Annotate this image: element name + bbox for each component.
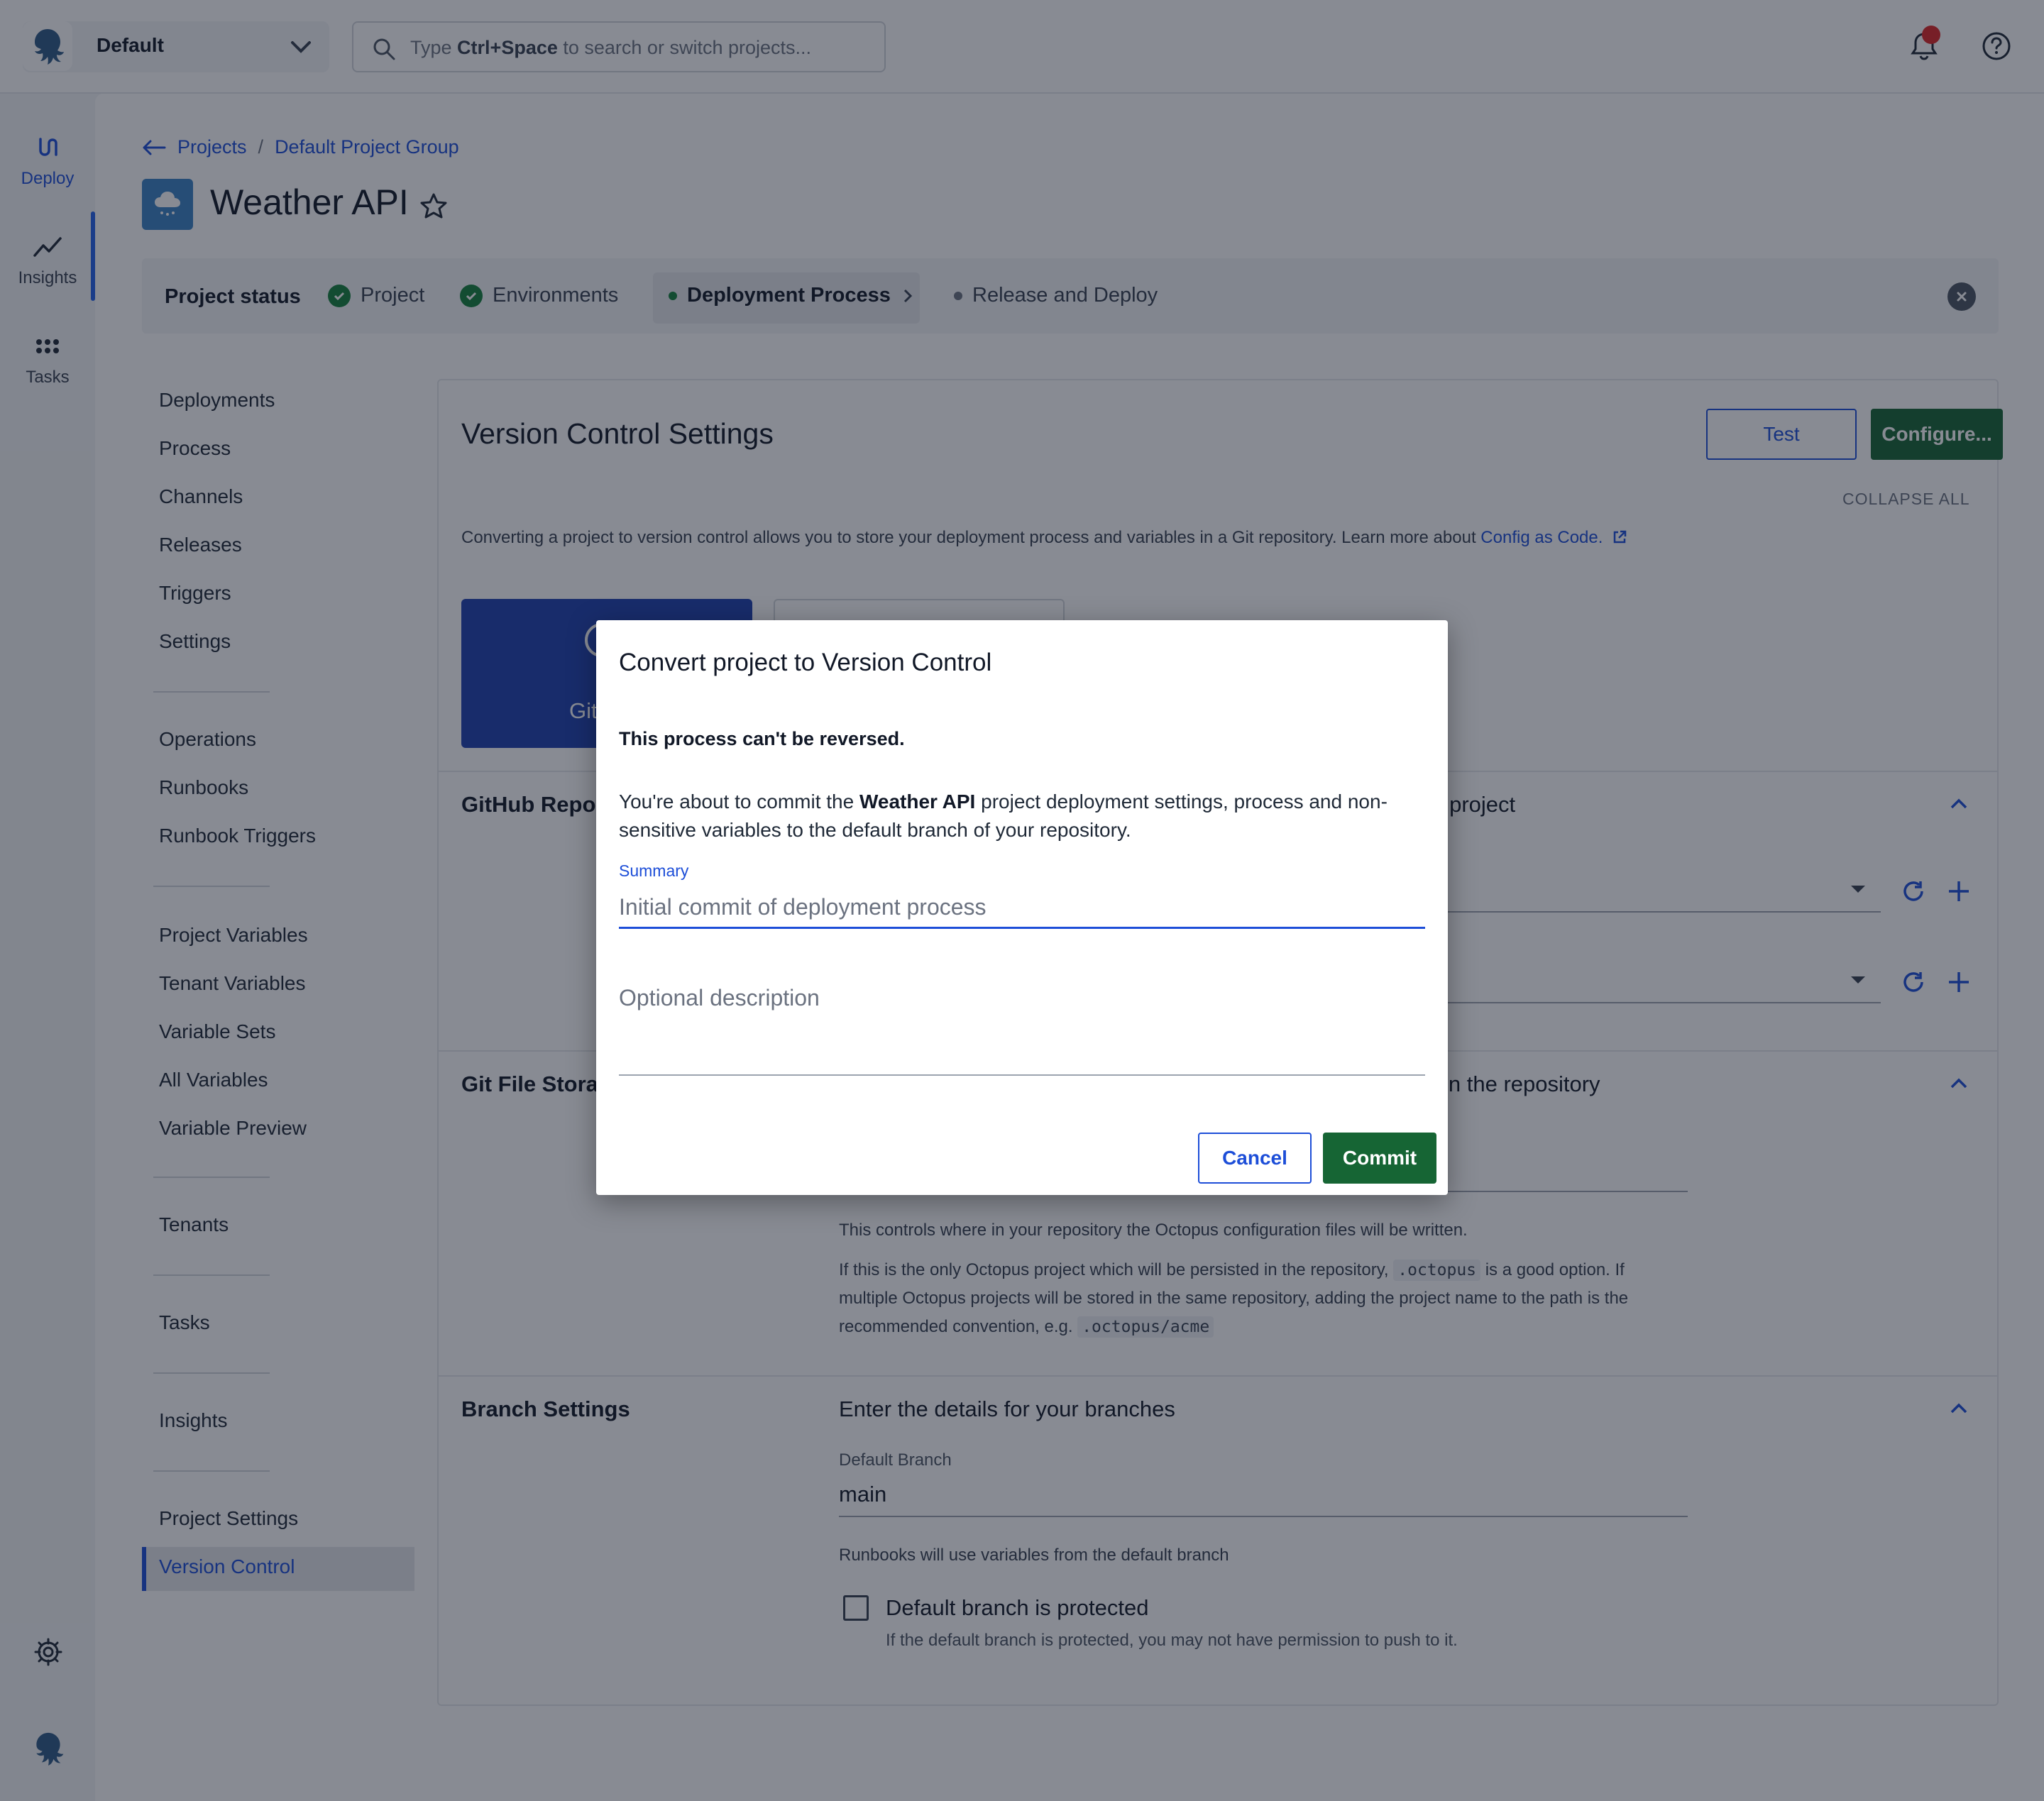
- summary-underline: [619, 927, 1425, 929]
- commit-button[interactable]: Commit: [1323, 1133, 1436, 1184]
- dialog-title: Convert project to Version Control: [619, 649, 992, 676]
- summary-label: Summary: [619, 861, 689, 880]
- dialog-message: You're about to commit the Weather API p…: [619, 791, 1388, 841]
- convert-dialog: Convert project to Version Control This …: [596, 620, 1448, 1195]
- description-underline: [619, 1074, 1425, 1076]
- description-input[interactable]: Optional description: [619, 985, 820, 1011]
- summary-input[interactable]: Initial commit of deployment process: [619, 894, 987, 920]
- cancel-button[interactable]: Cancel: [1198, 1133, 1312, 1184]
- dialog-warning: This process can't be reversed.: [619, 728, 905, 749]
